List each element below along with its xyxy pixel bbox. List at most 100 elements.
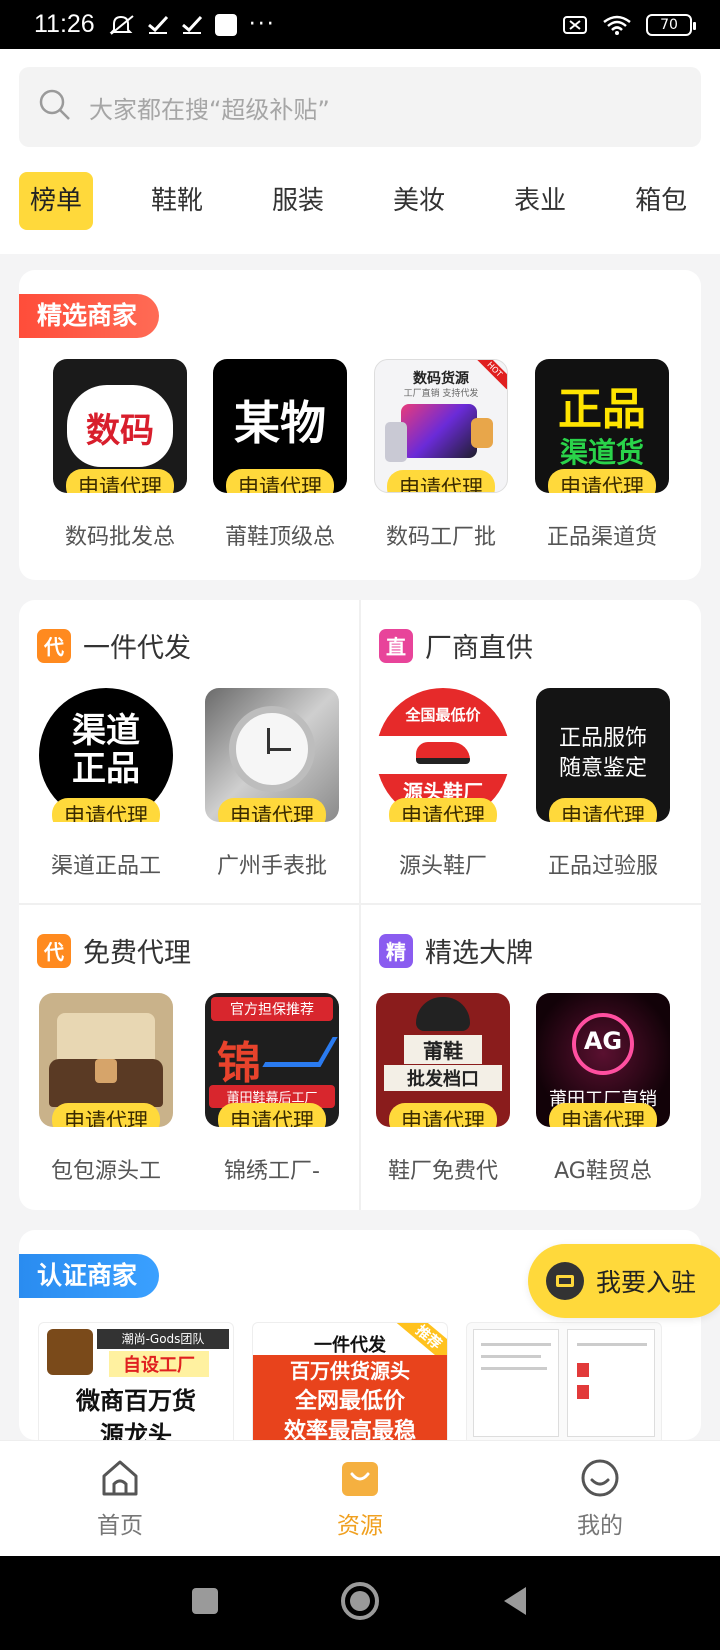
apply-agent-badge[interactable]: 申请代理	[66, 469, 174, 493]
certified-merchant-card[interactable]	[466, 1322, 662, 1440]
apply-agent-badge[interactable]: 申请代理	[226, 469, 334, 493]
merchant-item[interactable]: 申请代理 广州手表批	[204, 688, 340, 880]
merchant-name: 包包源头工	[50, 1159, 161, 1184]
tab-shoes[interactable]: 鞋靴	[140, 172, 214, 230]
tab-rankings[interactable]: 榜单	[19, 172, 94, 230]
thumbnail-text: 全国最低价	[405, 706, 481, 724]
system-nav-bar	[0, 1556, 720, 1650]
apply-agent-badge[interactable]: 申请代理	[218, 1103, 326, 1127]
merchant-name: 数码批发总	[64, 525, 175, 550]
category-grid-card: 代 一件代发 渠道正品 申请代理 渠道正品工 申请代理 广州手表批 直 厂商直供	[19, 600, 701, 1210]
certified-text: 全网最低价	[253, 1383, 447, 1415]
search-placeholder: 大家都在搜“超级补贴”	[89, 95, 330, 124]
section-header: 代 免费代理	[37, 931, 191, 970]
brands-icon: 精	[379, 933, 413, 968]
section-title: 厂商直供	[425, 633, 533, 664]
merchant-thumbnail: AG 莆田工厂直销 申请代理	[536, 993, 670, 1127]
bag-icon	[340, 1458, 380, 1502]
featured-merchants-title: 精选商家	[19, 294, 160, 338]
apply-agent-badge[interactable]: 申请代理	[549, 798, 657, 822]
nav-home[interactable]: 首页	[0, 1441, 240, 1556]
apply-agent-badge[interactable]: 申请代理	[548, 469, 656, 493]
thumbnail-text: AG	[583, 1027, 623, 1055]
bottom-navigation: 首页 资源 我的	[0, 1440, 720, 1556]
section-one-piece-dropship: 代 一件代发 渠道正品 申请代理 渠道正品工 申请代理 广州手表批	[19, 600, 359, 903]
apply-agent-badge[interactable]: 申请代理	[52, 1103, 160, 1127]
nav-profile[interactable]: 我的	[480, 1441, 720, 1556]
section-header: 直 厂商直供	[379, 626, 533, 665]
apply-agent-badge[interactable]: 申请代理	[387, 470, 495, 492]
wifi-icon	[602, 14, 632, 36]
merchant-thumbnail: 申请代理	[205, 688, 339, 822]
certified-text: 潮尚-Gods团队	[97, 1329, 229, 1349]
merchant-item[interactable]: 数码货源 工厂直销 支持代发 HOT 申请代理 数码工厂批	[373, 359, 509, 551]
thumbnail-text: 某物	[234, 396, 326, 450]
section-title: 精选大牌	[425, 938, 533, 969]
factory-direct-icon: 直	[379, 628, 413, 663]
back-icon[interactable]	[500, 1585, 530, 1621]
thumbnail-text: 渠道正品	[72, 711, 140, 789]
merchant-item[interactable]: 渠道正品 申请代理 渠道正品工	[38, 688, 174, 880]
merchant-name: 渠道正品工	[50, 854, 161, 879]
merchant-item[interactable]: 正品 渠道货 申请代理 正品渠道货	[534, 359, 670, 551]
search-bar[interactable]: 大家都在搜“超级补贴”	[19, 67, 701, 147]
merchant-thumbnail: 数码 申请代理	[53, 359, 187, 493]
tab-clothing[interactable]: 服装	[261, 172, 335, 230]
check-icon	[181, 15, 203, 35]
merchant-item[interactable]: 数码 申请代理 数码批发总	[52, 359, 188, 551]
certified-merchant-card[interactable]: 一件代发 推荐 百万供货源头 全网最低价 效率最高最稳	[252, 1322, 448, 1440]
certified-text: 效率最高最稳	[253, 1413, 447, 1440]
section-header: 精 精选大牌	[379, 931, 533, 970]
merchant-item[interactable]: 正品服饰 随意鉴定 申请代理 正品过验服	[535, 688, 671, 880]
thumbnail-text: 莆鞋	[404, 1035, 482, 1064]
merchant-item[interactable]: 全国最低价 源头鞋厂 申请代理 源头鞋厂	[375, 688, 511, 880]
join-button[interactable]: 我要入驻	[528, 1244, 720, 1318]
merchant-item[interactable]: 官方担保推荐 锦 莆田鞋幕后工厂 申请代理 锦绣工厂-	[204, 993, 340, 1185]
certified-text: 源龙头	[100, 1421, 172, 1440]
section-factory-direct: 直 厂商直供 全国最低价 源头鞋厂 申请代理 源头鞋厂 正品服饰 随意鉴定 申请…	[361, 600, 701, 903]
section-free-agent: 代 免费代理 申请代理 包包源头工 官方担保推荐 锦 莆田鞋幕后工厂 申请代理 …	[19, 905, 359, 1210]
merchant-name: 正品渠道货	[546, 525, 657, 550]
dragon-logo-icon	[47, 1329, 93, 1375]
sim-off-icon	[562, 14, 588, 36]
apply-agent-badge[interactable]: 申请代理	[52, 798, 160, 822]
thumbnail-text: 正品	[558, 384, 646, 435]
merchant-item[interactable]: AG 莆田工厂直销 申请代理 AG鞋贸总	[535, 993, 671, 1185]
merchant-item[interactable]: 某物 申请代理 莆鞋顶级总	[212, 359, 348, 551]
thumbnail-subtext: 渠道货	[559, 436, 644, 469]
mute-icon	[109, 14, 135, 36]
merchant-thumbnail: 莆鞋 批发档口 申请代理	[376, 993, 510, 1127]
certified-merchant-card[interactable]: 潮尚-Gods团队 自设工厂 微商百万货 源龙头	[38, 1322, 234, 1440]
category-tabs: 榜单 鞋靴 服装 美妆 表业 箱包	[19, 171, 720, 231]
merchant-thumbnail: 官方担保推荐 锦 莆田鞋幕后工厂 申请代理	[205, 993, 339, 1127]
merchant-name: 源头鞋厂	[398, 854, 487, 879]
check-icon	[147, 15, 169, 35]
home-circle-icon[interactable]	[340, 1581, 380, 1625]
nav-resources[interactable]: 资源	[240, 1441, 480, 1556]
apply-agent-badge[interactable]: 申请代理	[218, 798, 326, 822]
tab-watches[interactable]: 表业	[503, 172, 577, 230]
nav-profile-label: 我的	[577, 1512, 623, 1539]
thumbnail-subtext: 工厂直销 支持代发	[403, 389, 479, 399]
merchant-item[interactable]: 申请代理 包包源头工	[38, 993, 174, 1185]
apply-agent-badge[interactable]: 申请代理	[389, 798, 497, 822]
merchant-name: AG鞋贸总	[554, 1159, 652, 1184]
section-title: 一件代发	[83, 633, 191, 664]
nav-resources-label: 资源	[337, 1512, 383, 1539]
smile-icon	[580, 1458, 620, 1502]
merchant-name: 锦绣工厂-	[224, 1159, 320, 1184]
tab-beauty[interactable]: 美妆	[382, 172, 456, 230]
thumbnail-subtext: 批发档口	[384, 1065, 502, 1091]
header: 大家都在搜“超级补贴” 榜单 鞋靴 服装 美妆 表业 箱包	[0, 49, 720, 254]
merchant-item[interactable]: 莆鞋 批发档口 申请代理 鞋厂免费代	[375, 993, 511, 1185]
apply-agent-badge[interactable]: 申请代理	[549, 1103, 657, 1127]
apply-agent-badge[interactable]: 申请代理	[389, 1103, 497, 1127]
merchant-thumbnail: 正品服饰 随意鉴定 申请代理	[536, 688, 670, 822]
tab-bags[interactable]: 箱包	[624, 172, 698, 230]
free-agent-icon: 代	[37, 933, 71, 968]
thumbnail-text: 官方担保推荐	[211, 997, 333, 1021]
more-dots-icon: ···	[248, 12, 276, 37]
home-icon	[100, 1458, 140, 1502]
thumbnail-subtext: 随意鉴定	[558, 756, 647, 781]
recent-apps-icon[interactable]	[190, 1586, 220, 1620]
